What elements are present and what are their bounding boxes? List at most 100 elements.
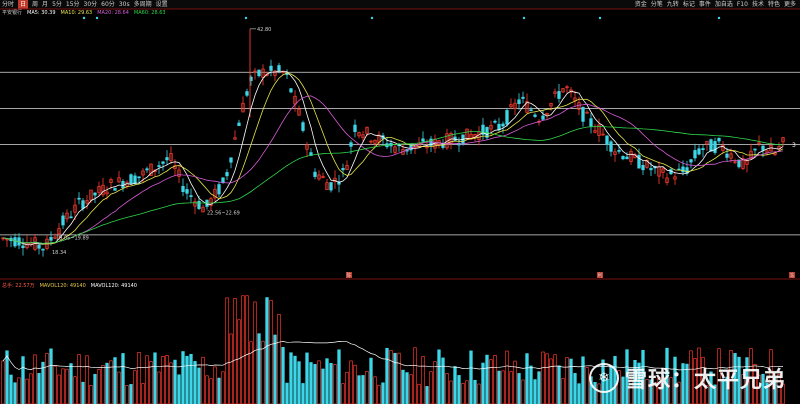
volume-bar bbox=[197, 367, 201, 404]
volume-bar bbox=[85, 355, 89, 404]
volume-bar bbox=[333, 364, 337, 404]
top-dot-marker bbox=[82, 16, 86, 20]
volume-bar bbox=[229, 333, 233, 404]
volume-bar bbox=[349, 360, 353, 404]
candle-body bbox=[753, 148, 757, 151]
candle-body bbox=[81, 200, 85, 209]
volume-bar bbox=[329, 362, 333, 404]
volume-bar bbox=[545, 353, 549, 404]
candle-body bbox=[709, 139, 713, 152]
candle-body bbox=[609, 141, 613, 152]
candle-body bbox=[289, 88, 293, 93]
event-marker-label: 冻 bbox=[790, 272, 795, 279]
candle-body bbox=[165, 157, 169, 161]
volume-bar bbox=[361, 375, 365, 404]
volume-bar bbox=[213, 366, 217, 404]
candle-body bbox=[269, 65, 273, 71]
volume-bar bbox=[313, 364, 317, 404]
volume-bar bbox=[461, 382, 465, 404]
volume-bar bbox=[553, 354, 557, 404]
volume-bar bbox=[341, 383, 345, 404]
volume-bar bbox=[49, 348, 53, 404]
volume-bar bbox=[41, 361, 45, 404]
volume-bar bbox=[477, 383, 481, 404]
volume-bar bbox=[153, 352, 157, 404]
volume-bar bbox=[285, 382, 289, 404]
volume-bar bbox=[357, 375, 361, 404]
volume-bar bbox=[497, 370, 501, 404]
candle-body bbox=[625, 156, 629, 160]
volume-bar bbox=[105, 362, 109, 404]
candle-body bbox=[649, 168, 653, 171]
candle-body bbox=[353, 124, 357, 132]
volume-bar bbox=[185, 355, 189, 404]
volume-bar bbox=[209, 378, 213, 404]
candle-body bbox=[541, 115, 545, 120]
volume-bar bbox=[277, 313, 281, 404]
candle-body bbox=[185, 189, 189, 194]
volume-bar bbox=[233, 298, 237, 404]
volume-bar bbox=[425, 386, 429, 404]
volume-bar bbox=[181, 351, 185, 404]
volume-bar bbox=[517, 373, 521, 404]
kline-chart[interactable]: 42.80 18.34 19.05~19.89 22.56~22.69 陈 利 冻 bbox=[0, 0, 800, 404]
candle-body bbox=[225, 172, 229, 177]
volume-bar bbox=[549, 358, 553, 404]
volume-bar bbox=[437, 349, 441, 404]
candle-body bbox=[113, 188, 117, 191]
volume-bar bbox=[353, 364, 357, 404]
candle-body bbox=[453, 136, 457, 141]
volume-bar bbox=[97, 368, 101, 404]
volume-bar bbox=[61, 368, 65, 404]
volume-bar bbox=[453, 366, 457, 404]
candle-body bbox=[589, 118, 593, 127]
volume-bar bbox=[241, 295, 245, 404]
volume-bar bbox=[133, 370, 137, 404]
volume-bar bbox=[117, 371, 121, 404]
volume-bar bbox=[525, 353, 529, 404]
volume-bar bbox=[305, 352, 309, 404]
candle-body bbox=[37, 244, 41, 249]
candle-body bbox=[737, 159, 741, 168]
volume-bar bbox=[205, 375, 209, 404]
top-dot-marker bbox=[370, 16, 374, 20]
watermark: ❄ 雪球：太平兄弟 bbox=[588, 362, 786, 394]
volume-bar bbox=[245, 295, 249, 404]
volume-bar bbox=[397, 352, 401, 404]
candle-body bbox=[121, 181, 125, 189]
volume-bar bbox=[385, 347, 389, 404]
volume-bar bbox=[137, 351, 141, 404]
volume-bar bbox=[369, 357, 373, 404]
volume-bar bbox=[373, 376, 377, 404]
candle-body bbox=[717, 137, 721, 142]
volume-bar bbox=[489, 359, 493, 404]
volume-bar bbox=[493, 354, 497, 404]
volume-bar bbox=[417, 383, 421, 404]
volume-bar bbox=[441, 357, 445, 404]
volume-bar bbox=[281, 346, 285, 404]
volume-bar bbox=[529, 365, 533, 404]
candle-body bbox=[329, 182, 333, 191]
volume-bar bbox=[65, 368, 69, 404]
volume-bar bbox=[265, 297, 269, 404]
volume-bar bbox=[101, 364, 105, 404]
volume-bar bbox=[533, 379, 537, 404]
volume-bar bbox=[221, 371, 225, 404]
volume-bar bbox=[421, 356, 425, 404]
volume-bar bbox=[177, 374, 181, 404]
candle-body bbox=[61, 215, 65, 226]
candle-body bbox=[13, 237, 17, 247]
candle-body bbox=[501, 123, 505, 127]
candle-body bbox=[529, 109, 533, 112]
volume-bar bbox=[189, 353, 193, 404]
candle-body bbox=[341, 168, 345, 171]
volume-bar bbox=[257, 333, 261, 404]
ma10-line bbox=[2, 72, 784, 245]
volume-bar bbox=[113, 357, 117, 404]
volume-bar bbox=[225, 297, 229, 404]
candle-body bbox=[681, 166, 685, 173]
candle-body bbox=[69, 216, 73, 219]
volume-bar bbox=[321, 368, 325, 404]
top-dot-marker bbox=[717, 16, 721, 20]
volume-bar bbox=[149, 361, 153, 404]
